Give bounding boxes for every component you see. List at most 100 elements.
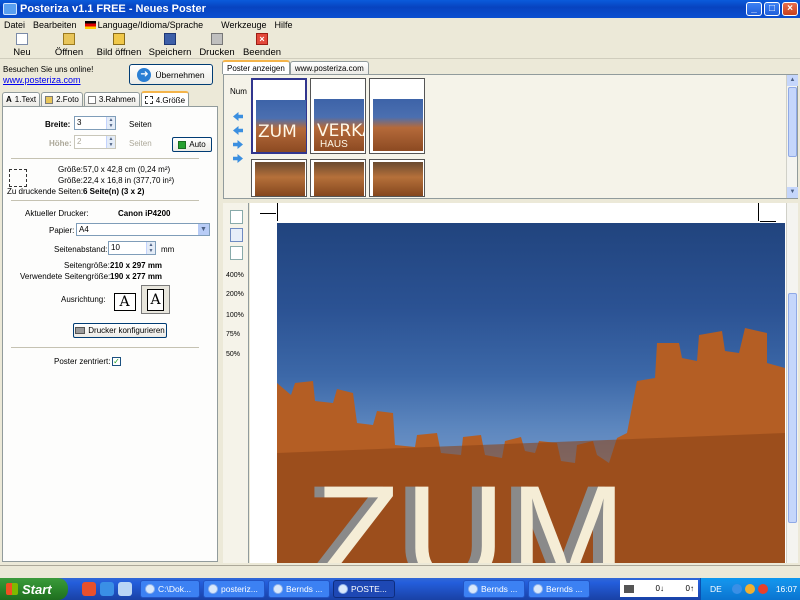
menu-datei[interactable]: Datei xyxy=(0,20,29,30)
chevron-down-icon[interactable]: ▼ xyxy=(198,224,209,235)
app-icon xyxy=(338,584,348,594)
divider xyxy=(11,158,199,159)
width-unit: Seiten xyxy=(129,120,152,129)
arrow-left-small-icon[interactable] xyxy=(233,126,243,135)
zoom-100[interactable]: 100% xyxy=(226,312,244,319)
security-icon[interactable] xyxy=(744,584,755,594)
arrow-left-icon[interactable] xyxy=(233,112,243,121)
pages-label: Zu druckende Seiten: xyxy=(7,187,84,196)
menu-werkzeuge[interactable]: Werkzeuge xyxy=(217,20,270,30)
page-thumbnail-2[interactable]: VERKAUF HAUS xyxy=(310,78,366,154)
task-bernds-3[interactable]: Bernds ... xyxy=(528,580,590,598)
open-image-button[interactable]: Bild öffnen xyxy=(94,31,144,59)
ie-icon xyxy=(533,584,543,594)
open-button[interactable]: Öffnen xyxy=(44,31,94,59)
website-link[interactable]: www.posteriza.com xyxy=(3,75,81,85)
menu-hilfe[interactable]: Hilfe xyxy=(271,20,297,30)
crop-mark xyxy=(758,203,759,221)
start-button[interactable]: Start xyxy=(0,578,68,600)
desktop-icon[interactable] xyxy=(118,582,132,596)
thumbnail-scrollbar[interactable]: ▲ ▼ xyxy=(786,75,798,198)
auto-label: Auto xyxy=(189,140,206,149)
width-stepper[interactable]: 3 ▲ ▼ xyxy=(74,116,116,130)
tab-rahmen[interactable]: 3.Rahmen xyxy=(83,92,140,106)
margin-value: 10 xyxy=(111,243,120,252)
save-button[interactable]: Speichern xyxy=(144,31,196,59)
task-bernds-2[interactable]: Bernds ... xyxy=(463,580,525,598)
alert-icon[interactable] xyxy=(757,584,768,594)
orientation-portrait-button[interactable]: A xyxy=(141,285,170,314)
tab-groesse[interactable]: 4.Größe xyxy=(140,91,190,107)
task-posteriza-web[interactable]: posteriz... xyxy=(203,580,265,598)
fit-height-icon[interactable] xyxy=(230,246,243,260)
bluetooth-icon[interactable] xyxy=(731,584,742,594)
menu-bearbeiten[interactable]: Bearbeiten xyxy=(29,20,81,30)
height-stepper[interactable]: 2 ▲ ▼ xyxy=(74,135,116,149)
page-thumbnail-3[interactable] xyxy=(369,78,425,154)
task-bernds-1[interactable]: Bernds ... xyxy=(268,580,330,598)
scroll-down-icon[interactable]: ▼ xyxy=(787,187,798,198)
floppy-disk-icon xyxy=(164,33,176,45)
size-label-cm: Größe: xyxy=(58,165,83,174)
orientation-label: Ausrichtung: xyxy=(61,295,106,304)
page-thumbnail-5[interactable] xyxy=(310,159,366,197)
spin-arrows-icon[interactable]: ▲ ▼ xyxy=(146,242,155,254)
apply-button[interactable]: ➜ Übernehmen xyxy=(129,64,213,85)
quit-button[interactable]: × Beenden xyxy=(238,31,286,59)
preview-scrollbar[interactable] xyxy=(786,203,798,563)
task-posteriza-app[interactable]: POSTE... xyxy=(333,580,395,598)
poster-preview[interactable]: ZUM xyxy=(250,203,786,563)
new-label: Neu xyxy=(13,47,31,58)
german-flag-icon xyxy=(84,21,96,30)
mail-icon[interactable] xyxy=(82,582,96,596)
page-thumbnail-4[interactable] xyxy=(251,159,307,197)
fit-width-icon[interactable] xyxy=(230,228,243,242)
spin-arrows-icon[interactable]: ▲ ▼ xyxy=(106,136,115,148)
tab-show-poster[interactable]: Poster anzeigen xyxy=(222,60,290,74)
divider xyxy=(11,347,199,348)
scroll-up-icon[interactable]: ▲ xyxy=(787,75,798,86)
spin-arrows-icon[interactable]: ▲ ▼ xyxy=(106,117,115,129)
printer-config-button[interactable]: Drucker konfigurieren xyxy=(73,323,167,338)
fit-page-icon[interactable] xyxy=(230,210,243,224)
height-label: Höhe: xyxy=(49,139,72,148)
page-thumbnail-1[interactable]: ZUM xyxy=(251,78,307,154)
arrow-right-icon[interactable] xyxy=(233,154,243,163)
margin-stepper[interactable]: 10 ▲ ▼ xyxy=(108,241,156,255)
task-dokumente[interactable]: C:\Dok... xyxy=(140,580,200,598)
crop-mark xyxy=(277,203,278,221)
paper-select[interactable]: A4 ▼ xyxy=(76,223,210,236)
menu-language[interactable]: Language/Idioma/Sprache xyxy=(81,20,208,30)
print-button[interactable]: Drucken xyxy=(196,31,238,59)
close-x-icon: × xyxy=(256,33,268,45)
thumbnail-image: VERKAUF HAUS xyxy=(314,99,364,151)
tab-website[interactable]: www.posteriza.com xyxy=(289,61,369,74)
language-indicator[interactable]: DE xyxy=(710,584,722,594)
minimize-button[interactable]: _ xyxy=(746,2,762,16)
auto-button[interactable]: Auto xyxy=(172,137,212,152)
tab-text[interactable]: A 1.Text xyxy=(2,92,41,106)
centered-checkbox[interactable]: ✓ xyxy=(112,357,121,366)
maximize-button[interactable]: □ xyxy=(764,2,780,16)
new-button[interactable]: Neu xyxy=(0,31,44,59)
browser-icon[interactable] xyxy=(100,582,114,596)
thumbnail-image xyxy=(314,162,364,196)
thumbnail-image xyxy=(373,162,423,196)
scroll-thumb[interactable] xyxy=(788,87,797,157)
tab-foto[interactable]: 2.Foto xyxy=(41,92,83,106)
title-bar[interactable]: Posteriza v1.1 FREE - Neues Poster _ □ × xyxy=(0,0,800,18)
network-meter: 0↓ 0↑ xyxy=(620,580,698,597)
zoom-200[interactable]: 200% xyxy=(226,291,244,298)
orientation-landscape-button[interactable]: A xyxy=(110,287,139,316)
zoom-50[interactable]: 50% xyxy=(226,351,240,358)
page-thumbnail-6[interactable] xyxy=(369,159,425,197)
zoom-75[interactable]: 75% xyxy=(226,331,240,338)
pagesize-value: 210 x 297 mm xyxy=(110,261,163,270)
window-title: Posteriza v1.1 FREE - Neues Poster xyxy=(20,3,206,15)
menu-language-label: Language/Idioma/Sprache xyxy=(97,19,204,30)
scroll-thumb[interactable] xyxy=(788,293,797,523)
close-button[interactable]: × xyxy=(782,2,798,16)
zoom-400[interactable]: 400% xyxy=(226,272,244,279)
usedsize-value: 190 x 277 mm xyxy=(110,272,163,281)
arrow-right-small-icon[interactable] xyxy=(233,140,243,149)
